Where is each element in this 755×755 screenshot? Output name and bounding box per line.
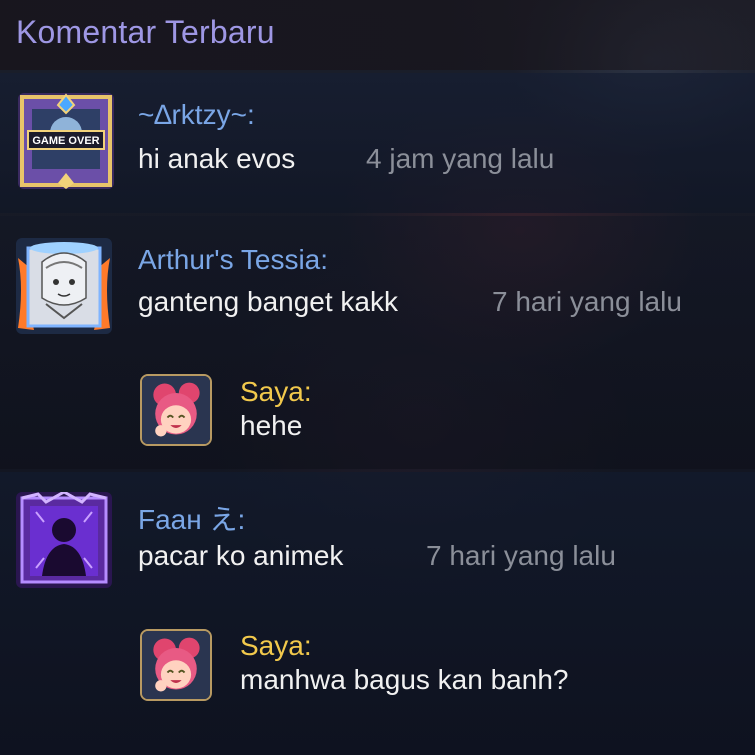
comment-message: ganteng banget kakk — [138, 286, 398, 317]
pink-hero-avatar-icon[interactable] — [140, 374, 212, 446]
avatar-badge-text: GAME OVER — [32, 135, 99, 147]
comment-message: pacar ko animek — [138, 540, 344, 571]
reply-message: hehe — [240, 410, 303, 441]
comment-username[interactable]: Faaн え: — [138, 498, 245, 538]
comment-item[interactable]: GAME OVER ~∆rktzy~: hi anak evos 4 jam y… — [0, 73, 755, 213]
comment-timestamp: 7 hari yang lalu — [492, 286, 682, 317]
comment-username[interactable]: ~∆rktzy~: — [138, 99, 255, 131]
game-over-frame-icon[interactable]: GAME OVER — [18, 93, 114, 189]
anime-portrait-frame-icon[interactable] — [16, 238, 112, 334]
purple-silhouette-frame-icon[interactable] — [16, 492, 112, 588]
reply-username: Saya: — [240, 376, 312, 407]
comment-timestamp: 4 jam yang lalu — [366, 143, 555, 174]
pink-hero-avatar-icon[interactable] — [140, 629, 212, 701]
reply-message: manhwa bagus kan banh? — [240, 664, 569, 695]
comments-header: Komentar Terbaru — [0, 0, 755, 70]
comment-timestamp: 7 hari yang lalu — [426, 540, 616, 571]
reply-username: Saya: — [240, 630, 312, 661]
comment-username[interactable]: Arthur's Tessia: — [138, 244, 328, 276]
comment-message: hi anak evos — [138, 143, 296, 174]
page-title: Komentar Terbaru — [16, 14, 275, 50]
comment-item[interactable]: Arthur's Tessia: ganteng banget kakk 7 h… — [0, 216, 755, 469]
comment-item[interactable]: Faaн え: pacar ko animek 7 hari yang lalu… — [0, 472, 755, 755]
